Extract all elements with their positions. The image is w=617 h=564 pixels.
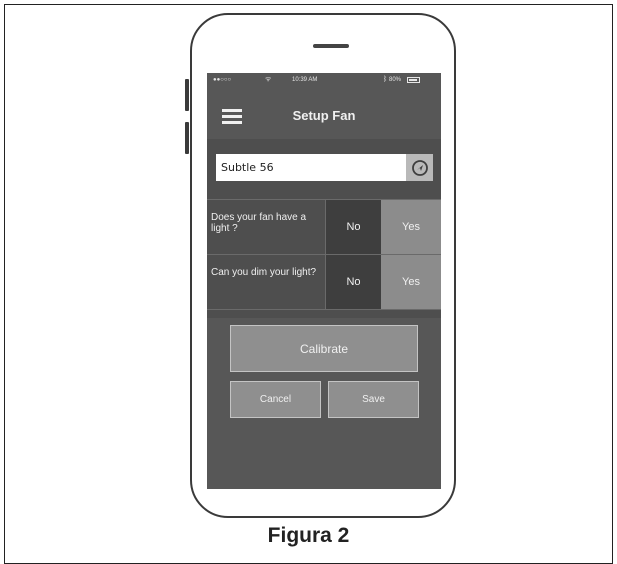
phone-speaker xyxy=(313,44,349,48)
phone-volume-down-button xyxy=(185,122,189,154)
dim-yes-option[interactable]: Yes xyxy=(381,255,441,309)
locate-button[interactable] xyxy=(406,154,433,181)
bluetooth-icon: ᛒ xyxy=(383,76,388,83)
fan-name-input[interactable] xyxy=(216,154,406,181)
question-dim-text: Can you dim your light? xyxy=(211,267,317,278)
figure-caption: Figura 2 xyxy=(267,524,350,547)
dim-no-option[interactable]: No xyxy=(326,255,381,309)
nav-bar: Setup Fan xyxy=(207,93,441,139)
status-time: 10:39 AM xyxy=(292,77,318,83)
light-yes-option[interactable]: Yes xyxy=(381,200,441,254)
calibrate-button[interactable]: Calibrate xyxy=(230,325,418,372)
save-button[interactable]: Save xyxy=(328,381,419,418)
locate-icon xyxy=(411,159,428,176)
question-light-text: Does your fan have a light ? xyxy=(211,212,307,234)
phone-volume-up-button xyxy=(185,79,189,111)
question-row-dim: Can you dim your light? No Yes xyxy=(207,254,441,310)
setup-form: Does your fan have a light ? No Yes Can … xyxy=(207,139,441,489)
battery-icon xyxy=(407,77,420,83)
signal-indicator: ●●○○○ xyxy=(213,77,232,83)
light-no-option[interactable]: No xyxy=(326,200,381,254)
status-bar: ●●○○○ ᯤ 10:39 AM ᛒ 80% xyxy=(207,73,441,87)
app-screen: ●●○○○ ᯤ 10:39 AM ᛒ 80% Setup Fan Does yo… xyxy=(207,73,441,489)
page-title: Setup Fan xyxy=(292,108,356,123)
cancel-button[interactable]: Cancel xyxy=(230,381,321,418)
question-row-light: Does your fan have a light ? No Yes xyxy=(207,199,441,254)
battery-percent: 80% xyxy=(389,77,402,83)
action-area: Calibrate Cancel Save xyxy=(207,318,441,489)
wifi-icon: ᯤ xyxy=(265,76,272,83)
